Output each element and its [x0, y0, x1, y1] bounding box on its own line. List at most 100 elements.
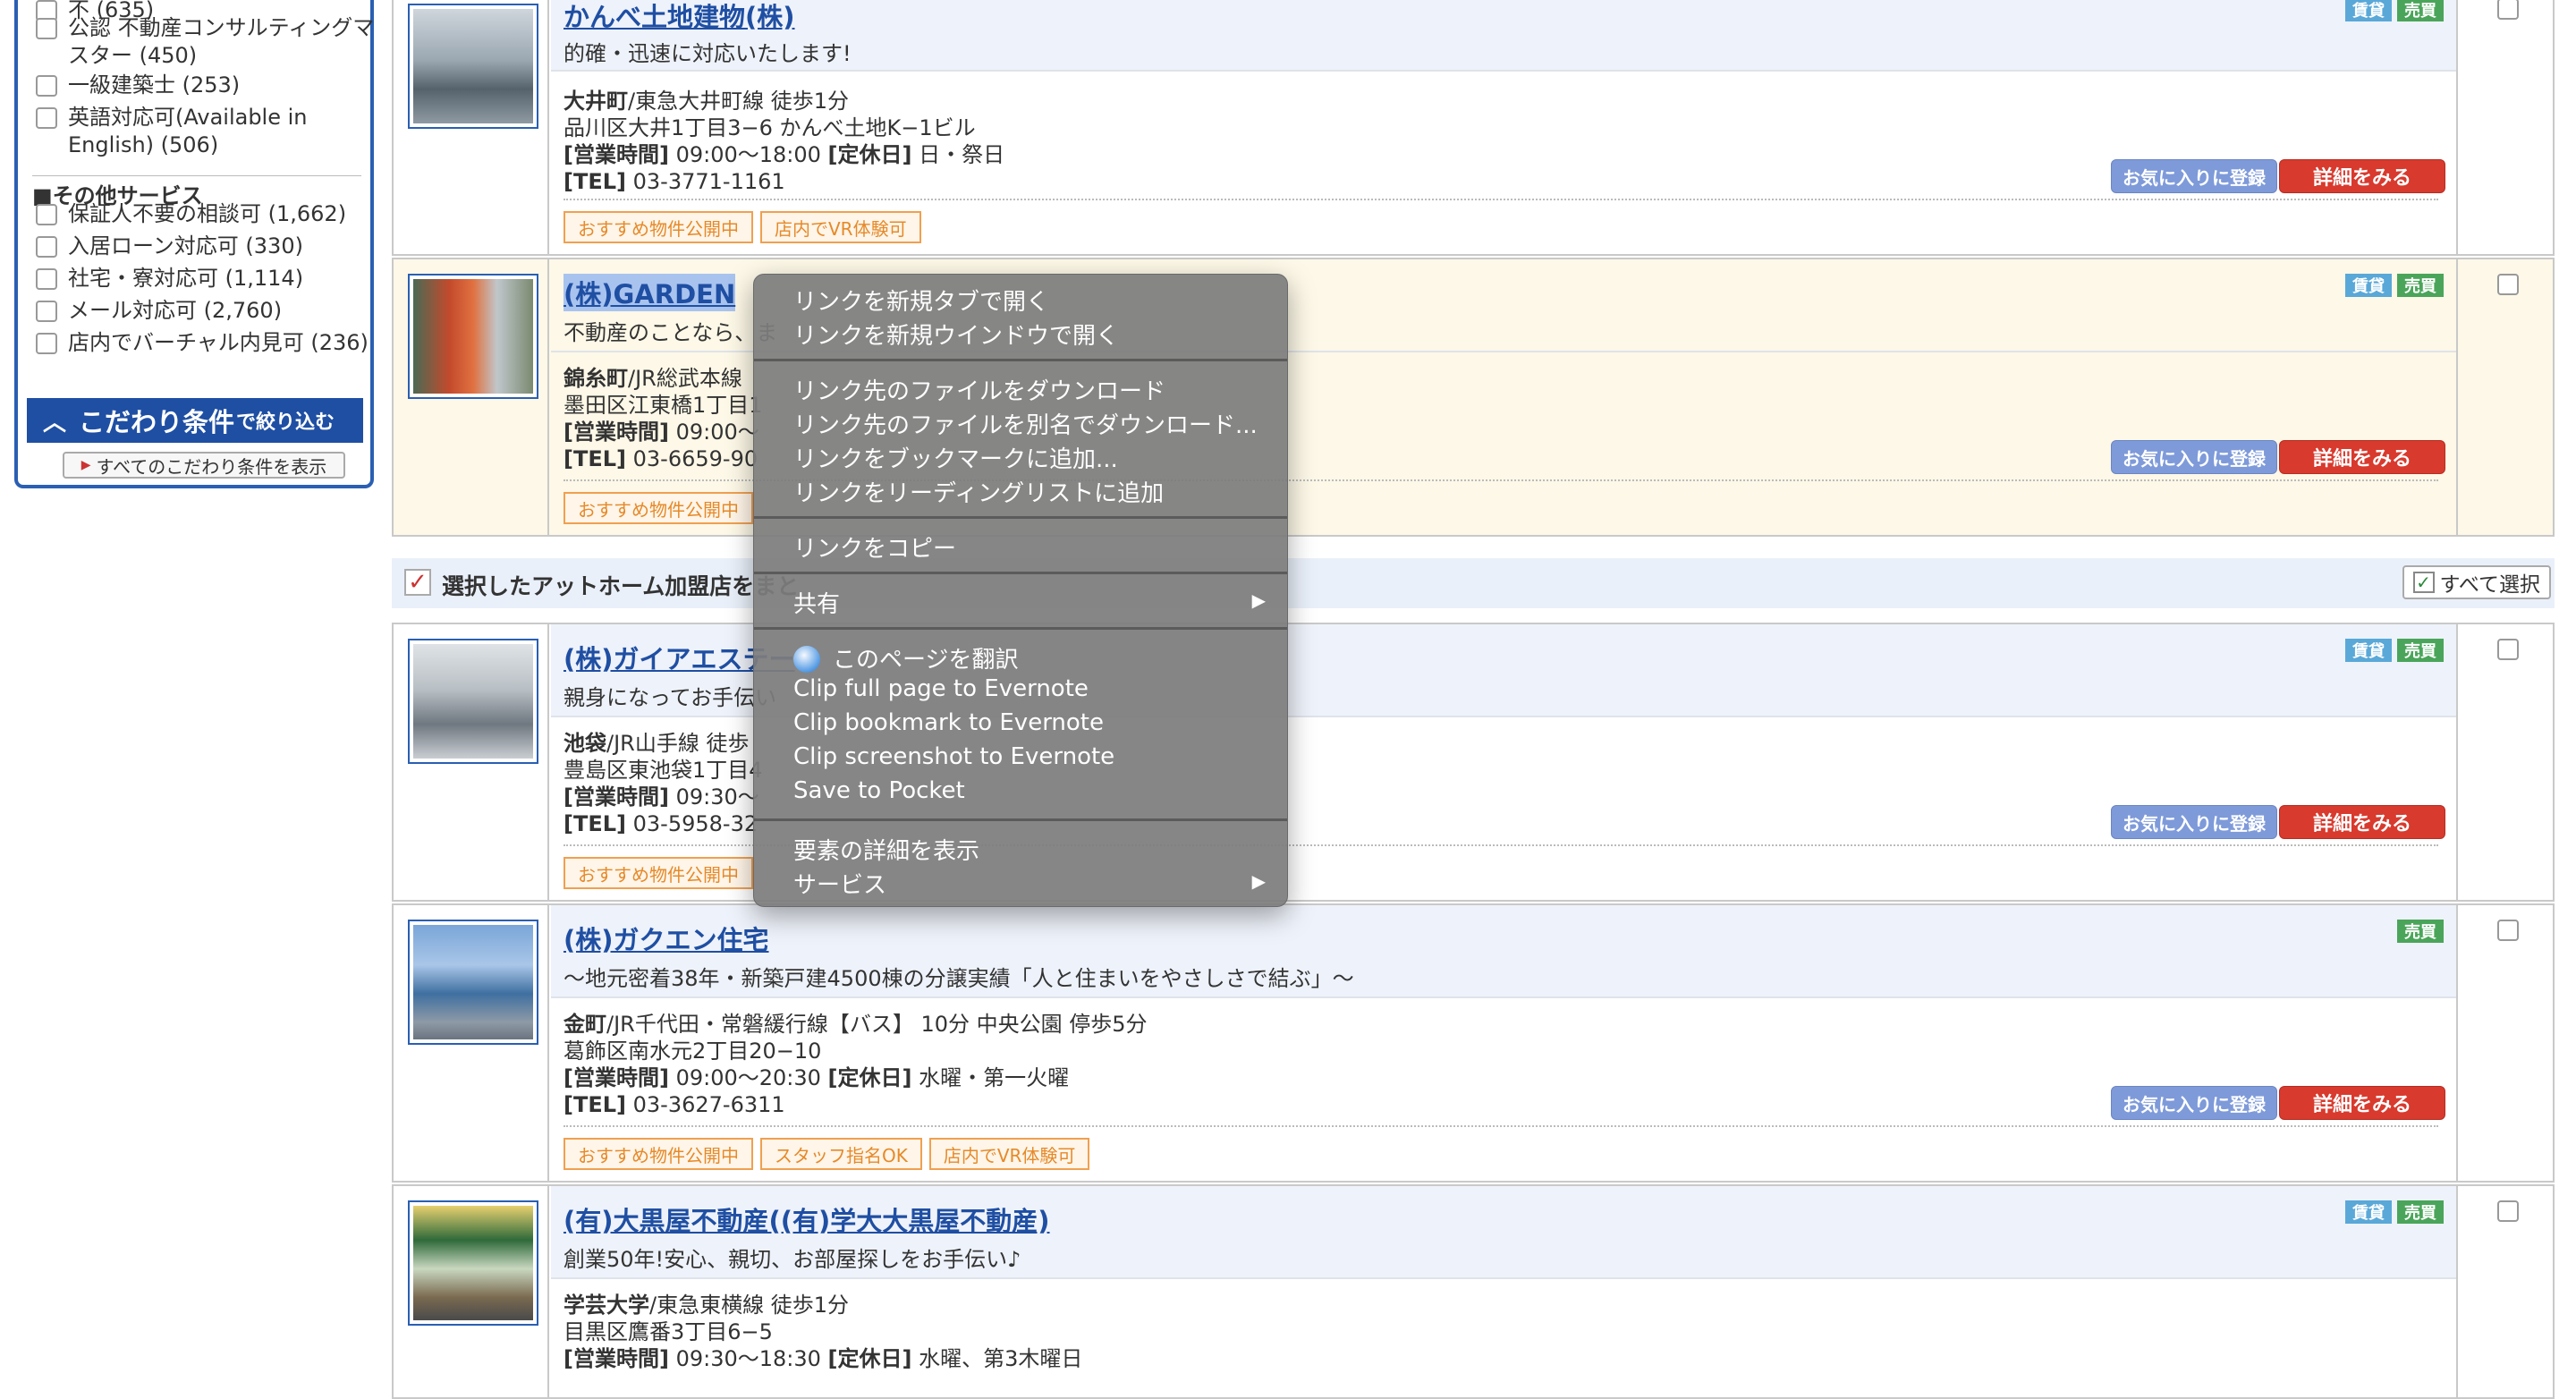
- badge: おすすめ物件公開中: [564, 492, 753, 524]
- show-all-conditions-button[interactable]: ▶ すべてのこだわり条件を表示: [63, 452, 345, 479]
- tel-label: [TEL]: [564, 811, 626, 836]
- chevron-up-icon: ︿: [43, 409, 67, 437]
- tel: 03-5958-32: [632, 811, 758, 836]
- menu-separator: [754, 359, 1287, 361]
- tag-sale: 売買: [2397, 920, 2444, 943]
- tag-sale: 売買: [2397, 1200, 2444, 1224]
- bulk-select-text[interactable]: 選択したアットホーム加盟店をまと: [442, 569, 799, 601]
- address: 葛飾区南水元2丁目20−10: [564, 1039, 822, 1064]
- shop-photo[interactable]: [408, 920, 538, 1045]
- listing-title-link[interactable]: (株)GARDEN: [564, 274, 736, 311]
- listing-checkbox[interactable]: [2497, 920, 2519, 941]
- station: 学芸大学: [564, 1293, 649, 1318]
- add-favorite-button[interactable]: お気に入りに登録: [2111, 440, 2277, 474]
- menu-share[interactable]: 共有: [793, 586, 1250, 619]
- filter-checkbox[interactable]: [36, 333, 57, 354]
- listing-checkbox[interactable]: [2497, 274, 2519, 295]
- add-favorite-button[interactable]: お気に入りに登録: [2111, 805, 2277, 839]
- kodawari-filter-button[interactable]: ︿ こだわり条件 で絞り込む: [27, 398, 363, 443]
- bulk-select-bar: ✓ 選択したアットホーム加盟店をまと ✓ すべて選択: [392, 558, 2555, 608]
- menu-separator: [754, 818, 1287, 821]
- listing-select-column: [2456, 259, 2553, 535]
- filter-checkbox[interactable]: [36, 204, 57, 225]
- filter-item[interactable]: 入居ローン対応可 (330): [36, 233, 377, 260]
- view-details-button[interactable]: 詳細をみる: [2279, 440, 2445, 474]
- listing-header: (有)大黒屋不動産((有)学大大黒屋不動産) 創業50年!安心、親切、お部屋探し…: [551, 1186, 2456, 1279]
- holiday-label: [定休日]: [827, 142, 912, 167]
- hours-label: [営業時間]: [564, 142, 669, 167]
- filter-item[interactable]: 保証人不要の相談可 (1,662): [36, 200, 377, 228]
- hours: 09:00〜: [675, 420, 759, 445]
- shop-photo[interactable]: [408, 1200, 538, 1326]
- menu-download-linked-file[interactable]: リンク先のファイルをダウンロード: [793, 373, 1165, 406]
- listing-info: 学芸大学/東急東横線 徒歩1分 目黒区鷹番3丁目6−5 [営業時間] 09:30…: [564, 1292, 1082, 1372]
- listing-badges: おすすめ物件公開中 店内でVR体験可: [564, 211, 921, 243]
- filter-item[interactable]: 公認 不動産コンサルティングマスター (450): [36, 14, 377, 70]
- hours-label: [営業時間]: [564, 1065, 669, 1090]
- menu-separator: [754, 572, 1287, 574]
- shop-photo[interactable]: [408, 639, 538, 764]
- filter-item[interactable]: 店内でバーチャル内見可 (236): [36, 329, 377, 357]
- menu-services[interactable]: サービス: [793, 867, 886, 900]
- tel: 03-6659-90: [632, 446, 758, 471]
- listing-title-link[interactable]: (株)ガクエン住宅: [564, 920, 769, 957]
- holiday-label: [定休日]: [827, 1065, 912, 1090]
- shop-photo[interactable]: [408, 274, 538, 399]
- menu-open-new-tab[interactable]: リンクを新規タブで開く: [793, 284, 1049, 317]
- hours-label: [営業時間]: [564, 1346, 669, 1371]
- show-all-label: すべてのこだわり条件を表示: [96, 455, 327, 478]
- filter-item[interactable]: 一級建築士 (253): [36, 72, 377, 99]
- filter-checkbox[interactable]: [36, 107, 57, 129]
- listing-title-link[interactable]: かんべ土地建物(株): [564, 0, 795, 34]
- menu-translate-page[interactable]: このページを翻訳: [793, 641, 1018, 674]
- menu-clip-bookmark[interactable]: Clip bookmark to Evernote: [793, 709, 1104, 736]
- view-details-button[interactable]: 詳細をみる: [2279, 1086, 2445, 1120]
- hours: 09:30〜18:30: [675, 1346, 821, 1371]
- filter-label: 公認 不動産コンサルティングマスター (450): [68, 15, 375, 68]
- filter-checkbox[interactable]: [36, 75, 57, 97]
- filter-label: 社宅・寮対応可 (1,114): [68, 266, 304, 291]
- hours: 09:00〜18:00: [675, 142, 821, 167]
- listing-badges: おすすめ物件公開中: [564, 492, 753, 524]
- submenu-arrow-icon: ▶: [1251, 870, 1266, 892]
- filter-label: メール対応可 (2,760): [68, 298, 283, 323]
- shop-photo[interactable]: [408, 4, 538, 129]
- filter-item[interactable]: メール対応可 (2,760): [36, 297, 377, 325]
- filter-checkbox[interactable]: [36, 236, 57, 258]
- select-all-label: すべて選択: [2439, 573, 2540, 597]
- menu-clip-screenshot[interactable]: Clip screenshot to Evernote: [793, 743, 1114, 770]
- menu-save-to-pocket[interactable]: Save to Pocket: [793, 777, 965, 804]
- menu-share-label: 共有: [793, 591, 841, 618]
- kodawari-sub-label: で絞り込む: [236, 411, 335, 434]
- filter-item[interactable]: 社宅・寮対応可 (1,114): [36, 265, 377, 293]
- listing-checkbox[interactable]: [2497, 0, 2519, 20]
- select-all-button[interactable]: ✓ すべて選択: [2402, 565, 2551, 599]
- view-details-button[interactable]: 詳細をみる: [2279, 805, 2445, 839]
- filter-item[interactable]: 英語対応可(Available in English) (506): [36, 104, 377, 159]
- hours-label: [営業時間]: [564, 784, 669, 810]
- menu-clip-full-page[interactable]: Clip full page to Evernote: [793, 675, 1089, 702]
- menu-inspect-element[interactable]: 要素の詳細を表示: [793, 833, 979, 866]
- listing-title-link[interactable]: (有)大黒屋不動産((有)学大大黒屋不動産): [564, 1200, 1050, 1238]
- menu-download-linked-file-as[interactable]: リンク先のファイルを別名でダウンロード...: [793, 407, 1258, 440]
- listing-checkbox[interactable]: [2497, 1200, 2519, 1222]
- menu-add-bookmark[interactable]: リンクをブックマークに追加...: [793, 441, 1118, 474]
- badge: おすすめ物件公開中: [564, 857, 753, 889]
- listing-select-column: [2456, 1186, 2553, 1397]
- holiday: 日・祭日: [919, 142, 1005, 167]
- listing-tags: 賃貸 売買: [2345, 1200, 2444, 1224]
- listing-tags: 売買: [2397, 920, 2444, 943]
- add-favorite-button[interactable]: お気に入りに登録: [2111, 159, 2277, 193]
- menu-open-new-window[interactable]: リンクを新規ウインドウで開く: [793, 318, 1119, 351]
- add-favorite-button[interactable]: お気に入りに登録: [2111, 1086, 2277, 1120]
- menu-add-reading-list[interactable]: リンクをリーディングリストに追加: [793, 475, 1164, 508]
- view-details-button[interactable]: 詳細をみる: [2279, 159, 2445, 193]
- hours-label: [営業時間]: [564, 420, 669, 445]
- filter-label: 店内でバーチャル内見可 (236): [68, 330, 369, 355]
- filter-checkbox[interactable]: [36, 301, 57, 322]
- filter-checkbox[interactable]: [36, 18, 57, 39]
- listing-checkbox[interactable]: [2497, 639, 2519, 660]
- filter-checkbox[interactable]: [36, 268, 57, 290]
- menu-copy-link[interactable]: リンクをコピー: [793, 530, 956, 564]
- badge: スタッフ指名OK: [760, 1138, 922, 1170]
